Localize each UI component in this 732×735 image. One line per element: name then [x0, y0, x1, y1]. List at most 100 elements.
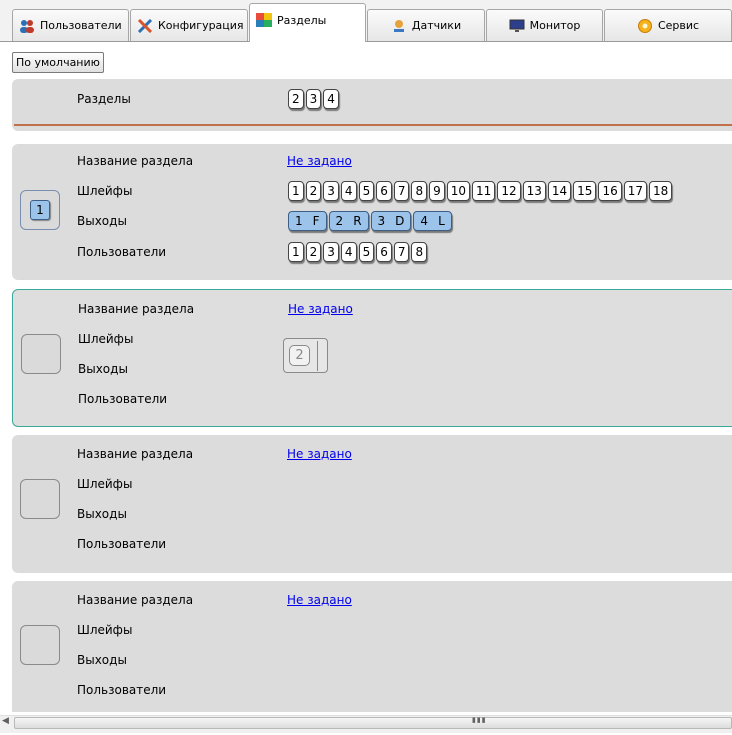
user-chip[interactable]: 7 — [393, 242, 410, 262]
tab-users[interactable]: Пользователи — [12, 9, 129, 41]
partition-toggle-2[interactable] — [21, 334, 61, 374]
user-chip[interactable]: 1 — [288, 242, 304, 262]
loop-chip[interactable]: 7 — [393, 181, 410, 201]
separator-line — [14, 124, 732, 126]
partition-panel-3: Название раздела Не задано Шлейфы Выходы… — [12, 435, 732, 573]
output-chip[interactable]: 1F — [288, 211, 327, 231]
users-label: Пользователи — [77, 537, 167, 551]
tab-sensors[interactable]: Датчики — [367, 9, 485, 41]
tools-icon — [137, 18, 153, 33]
partitions-icon — [256, 13, 272, 27]
loop-chip[interactable]: 8 — [411, 181, 428, 201]
loops-label: Шлейфы — [77, 623, 133, 637]
loop-chip[interactable]: 5 — [358, 181, 375, 201]
outputs-label: Выходы — [77, 507, 127, 521]
sensor-icon — [393, 19, 404, 32]
loop-chip[interactable]: 1 — [288, 181, 304, 201]
scroll-left-arrow-icon[interactable]: ◀ — [2, 716, 9, 726]
output-chip[interactable]: 4L — [413, 211, 452, 231]
partition-toggle-1[interactable]: 1 — [20, 190, 60, 230]
loop-chip[interactable]: 12 — [497, 181, 521, 201]
loop-chip[interactable]: 10 — [446, 181, 471, 201]
dragged-partition-chip[interactable]: 2 — [283, 338, 328, 373]
scrollbar-thumb[interactable] — [14, 717, 732, 729]
partition-toggle-3[interactable] — [20, 479, 60, 519]
loop-chip[interactable]: 16 — [598, 181, 622, 201]
partition-toggle-4[interactable] — [20, 625, 60, 665]
loop-chip[interactable]: 2 — [305, 181, 322, 201]
user-chip[interactable]: 5 — [358, 242, 375, 262]
partition-panel-1: Название раздела Не задано Шлейфы 1 2 3 … — [12, 144, 732, 280]
user-chip[interactable]: 4 — [340, 242, 357, 262]
loop-chip[interactable]: 17 — [623, 181, 648, 201]
output-type: F — [312, 214, 320, 228]
user-chip[interactable]: 3 — [323, 242, 339, 262]
output-type: R — [353, 214, 362, 228]
loop-chip[interactable]: 13 — [522, 181, 546, 201]
partition-name-label: Название раздела — [78, 302, 195, 316]
loop-chip[interactable]: 4 — [340, 181, 357, 201]
partition-panel-4: Название раздела Не задано Шлейфы Выходы… — [12, 581, 732, 719]
outputs-label: Выходы — [77, 653, 127, 667]
output-chip[interactable]: 3D — [370, 211, 412, 231]
partition-panel-2: Название раздела Не задано Шлейфы Выходы… — [12, 289, 732, 427]
partitions-page: По умолчанию Разделы 2 3 4 Название разд… — [0, 42, 732, 719]
loop-chip[interactable]: 3 — [323, 181, 339, 201]
loops-label: Шлейфы — [78, 332, 134, 346]
partition-chip[interactable]: 4 — [323, 89, 339, 109]
output-chip[interactable]: 2R — [328, 211, 369, 231]
tab-partitions[interactable]: Разделы — [249, 3, 366, 42]
output-number: 2 — [335, 214, 344, 228]
drag-handle-divider — [317, 341, 318, 371]
partition-name-label: Название раздела — [77, 154, 194, 168]
partition-name-label: Название раздела — [77, 447, 194, 461]
outputs-label: Выходы — [77, 214, 127, 228]
output-type: D — [395, 214, 405, 228]
horizontal-scrollbar[interactable]: ◀ ▮▮▮ — [0, 712, 732, 735]
user-chip[interactable]: 2 — [305, 242, 322, 262]
tab-partitions-label: Разделы — [277, 13, 327, 27]
tab-bar: Пользователи Конфигурация Разделы Датчик… — [0, 0, 732, 42]
partition-name-link[interactable]: Не задано — [288, 302, 353, 316]
tab-users-label: Пользователи — [40, 19, 122, 32]
tab-monitor-label: Монитор — [529, 19, 581, 32]
loop-chip[interactable]: 14 — [547, 181, 572, 201]
users-label: Пользователи — [78, 392, 168, 406]
loops-label: Шлейфы — [77, 184, 133, 198]
output-number: 1 — [295, 214, 303, 228]
user-chip[interactable]: 6 — [376, 242, 392, 262]
tab-service-label: Сервис — [657, 19, 700, 32]
loop-chip[interactable]: 11 — [472, 181, 496, 201]
service-icon — [637, 18, 652, 33]
partition-name-link[interactable]: Не задано — [287, 447, 352, 461]
tab-configuration-label: Конфигурация — [158, 19, 244, 32]
users-label: Пользователи — [77, 683, 167, 697]
partition-name-label: Название раздела — [77, 593, 194, 607]
partition-name-link[interactable]: Не задано — [287, 593, 352, 607]
partitions-list-panel: Разделы 2 3 4 — [12, 79, 732, 131]
users-label: Пользователи — [77, 245, 167, 259]
output-number: 4 — [420, 214, 429, 228]
scrollbar-grip-icon: ▮▮▮ — [472, 716, 487, 724]
output-type: L — [438, 214, 445, 228]
partitions-label: Разделы — [77, 92, 131, 106]
default-button[interactable]: По умолчанию — [12, 52, 104, 73]
partition-name-link[interactable]: Не задано — [287, 154, 352, 168]
users-icon — [20, 19, 34, 33]
monitor-icon — [509, 19, 525, 32]
loop-chip[interactable]: 18 — [649, 181, 673, 201]
tab-monitor[interactable]: Монитор — [486, 9, 603, 41]
loop-chip[interactable]: 9 — [429, 181, 445, 201]
tab-service[interactable]: Сервис — [604, 9, 732, 41]
partition-chip[interactable]: 2 — [288, 89, 304, 109]
loop-chip[interactable]: 6 — [376, 181, 392, 201]
tab-configuration[interactable]: Конфигурация — [130, 9, 248, 41]
user-chip[interactable]: 8 — [411, 242, 428, 262]
tab-sensors-label: Датчики — [411, 19, 462, 32]
dragged-chip-number: 2 — [289, 345, 310, 366]
outputs-label: Выходы — [78, 362, 128, 376]
partition-chip[interactable]: 3 — [305, 89, 322, 109]
loop-chip[interactable]: 15 — [573, 181, 597, 201]
partition-number: 1 — [30, 200, 50, 220]
loops-label: Шлейфы — [77, 477, 133, 491]
